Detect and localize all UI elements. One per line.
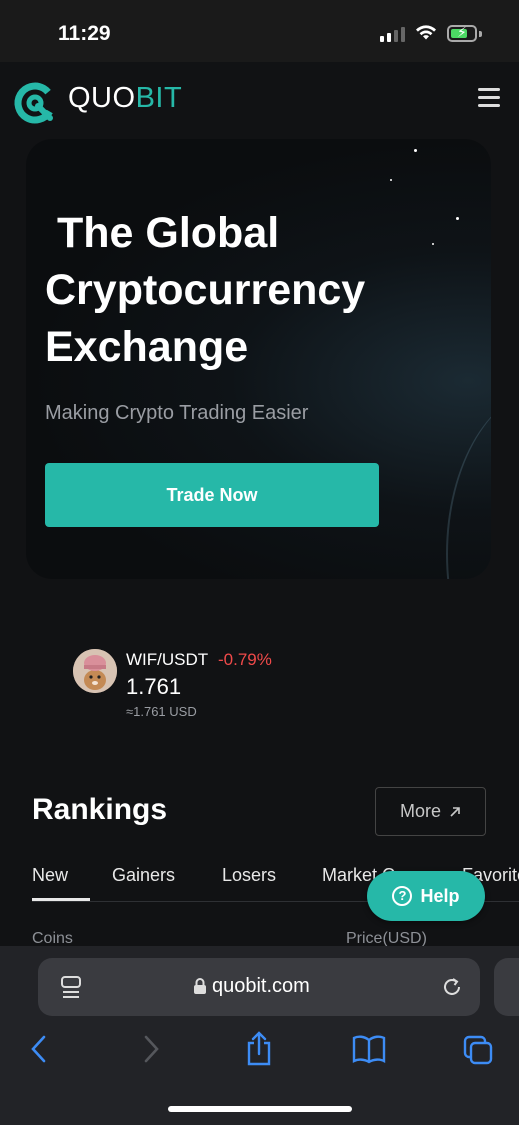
hero-title: The Global Cryptocurrency Exchange xyxy=(45,205,445,376)
hero-title-line2: Cryptocurrency xyxy=(45,266,366,314)
more-button-label: More xyxy=(399,801,441,821)
battery-tip xyxy=(479,31,482,37)
help-button[interactable]: ? Help xyxy=(367,871,485,921)
quobit-logo-icon[interactable] xyxy=(12,80,58,126)
hamburger-menu-icon[interactable] xyxy=(478,88,500,112)
brand-name-part2: BIT xyxy=(135,82,183,114)
active-tab-indicator xyxy=(32,898,90,901)
hero-title-line3: Exchange xyxy=(45,323,249,371)
hero-subtitle: Making Crypto Trading Easier xyxy=(45,402,309,424)
wifi-icon xyxy=(416,25,436,40)
trade-now-button[interactable]: Trade Now xyxy=(45,463,379,527)
dog-with-hat-icon xyxy=(73,649,117,693)
rankings-title: Rankings xyxy=(32,793,168,826)
url-text[interactable]: quobit.com xyxy=(212,975,310,998)
tab-new[interactable]: New xyxy=(32,865,68,886)
arrow-up-right-icon xyxy=(450,806,460,817)
more-button[interactable]: More xyxy=(375,787,486,836)
home-indicator[interactable] xyxy=(168,1106,352,1112)
help-button-label: Help xyxy=(420,885,460,906)
back-arrow-icon[interactable] xyxy=(28,1034,50,1064)
tab-gainers[interactable]: Gainers xyxy=(112,865,175,886)
bookmarks-icon[interactable] xyxy=(352,1034,386,1064)
tabs-overview-icon[interactable] xyxy=(462,1034,494,1066)
ticker-pair[interactable]: WIF/USDT xyxy=(126,650,208,670)
brand-name-part1: QUO xyxy=(68,82,136,114)
star-decoration xyxy=(456,217,459,220)
next-tab-address-bar[interactable] xyxy=(494,958,519,1016)
page-menu-icon[interactable] xyxy=(60,975,82,1001)
cellular-signal-icon xyxy=(380,27,405,42)
wif-coin-avatar[interactable] xyxy=(73,649,117,693)
lock-icon xyxy=(194,978,206,994)
tab-losers[interactable]: Losers xyxy=(222,865,276,886)
ticker-price: 1.761 xyxy=(126,674,182,699)
planet-arc-decoration xyxy=(446,389,491,579)
share-icon[interactable] xyxy=(244,1030,274,1066)
forward-arrow-icon[interactable] xyxy=(140,1034,162,1064)
ticker-change: -0.79% xyxy=(218,650,272,669)
star-decoration xyxy=(390,179,392,181)
reload-icon[interactable] xyxy=(440,975,464,999)
battery-charging-icon: ⚡ xyxy=(447,24,477,42)
status-time: 11:29 xyxy=(58,22,111,45)
brand-name[interactable]: QUOBIT xyxy=(68,82,182,115)
ticker-usd-value: ≈1.761 USD xyxy=(126,704,197,719)
hero-title-line1: The Global xyxy=(57,209,280,257)
question-mark-icon: ? xyxy=(392,886,413,906)
star-decoration xyxy=(414,149,417,152)
